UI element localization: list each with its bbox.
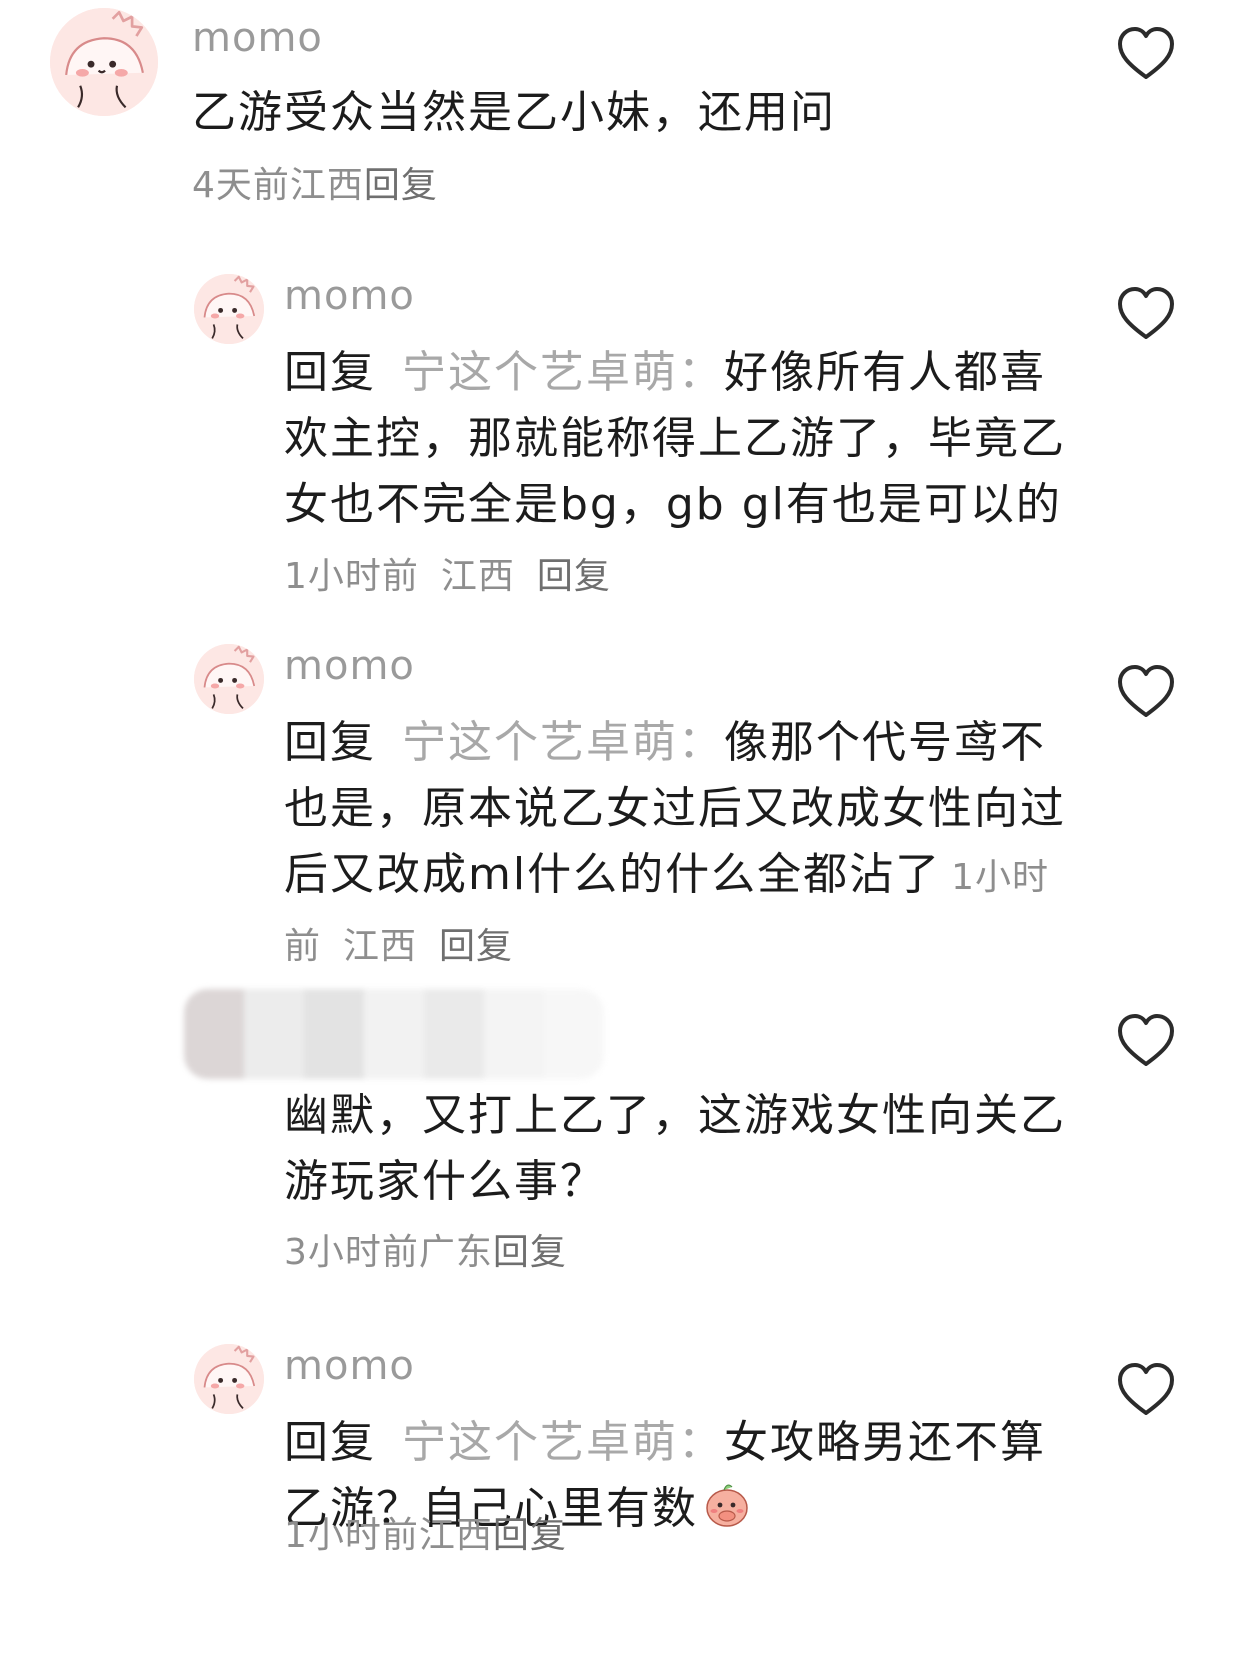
avatar[interactable] [194,1344,264,1414]
cartoon-avatar-icon [194,1344,264,1414]
heart-outline-icon [1118,1014,1174,1066]
comment-location: 江西 [418,1515,493,1556]
comment-location: 江西 [343,926,418,967]
comment-location: 广东 [418,1232,493,1273]
comment-meta: 1小时前江西回复 [284,1512,567,1560]
reply-prefix: 回复 [284,1417,376,1468]
like-button[interactable] [1116,26,1176,82]
cartoon-avatar-icon [194,274,264,344]
like-button[interactable] [1116,1362,1176,1418]
cartoon-avatar-icon [194,644,264,714]
username[interactable]: momo [192,14,323,62]
comment-2: momo 回复 宁这个艺卓萌：好像所有人都喜欢主控，那就能称得上乙游了，毕竟乙女也… [0,270,1244,600]
covering-mouth-emoji-icon [702,1479,752,1529]
cartoon-avatar-icon [50,8,158,116]
username[interactable]: momo [284,1342,415,1390]
comment-location: 江西 [440,556,515,597]
avatar[interactable] [194,274,264,344]
like-button[interactable] [1116,664,1176,720]
reply-button[interactable]: 回复 [537,556,611,597]
comment-meta: 3小时前广东回复 [284,1229,567,1277]
comment-text: 幽默，又打上乙了，这游戏女性向关乙游玩家什么事？ [284,1090,1066,1207]
reply-button[interactable]: 回复 [364,165,438,206]
comment-time: 1小时前 [284,1515,419,1556]
reply-prefix: 回复 [284,717,376,768]
reply-target-user[interactable]: 宁这个艺卓萌： [402,1417,724,1468]
heart-outline-icon [1118,287,1174,339]
avatar[interactable] [194,644,264,714]
comment-text: 乙游受众当然是乙小妹，还用问 [192,87,836,138]
comment-5: momo 回复 宁这个艺卓萌：女攻略男还不算乙游？自己心里有数 1小时前江西回复 [0,1340,1244,1640]
heart-outline-icon [1118,665,1174,717]
avatar[interactable] [50,8,158,116]
comment-time: 3小时前 [284,1232,419,1273]
reply-button[interactable]: 回复 [493,1232,567,1273]
username[interactable]: momo [284,272,415,320]
comment-3: momo 回复 宁这个艺卓萌：像那个代号鸢不也是，原本说乙女过后又改成女性向过后又… [0,640,1244,970]
comment-location: 江西 [289,165,364,206]
comment-1: momo 乙游受众当然是乙小妹，还用问 4天前江西回复 [0,0,1244,240]
reply-target-user[interactable]: 宁这个艺卓萌： [402,347,724,398]
like-button[interactable] [1116,286,1176,342]
comment-time: 1小时前 [284,556,419,597]
reply-target-user[interactable]: 宁这个艺卓萌： [402,717,724,768]
heart-outline-icon [1118,27,1174,79]
heart-outline-icon [1118,1363,1174,1415]
username[interactable]: momo [284,642,415,690]
redacted-username [184,989,604,1079]
comment-4: 幽默，又打上乙了，这游戏女性向关乙游玩家什么事？ 3小时前广东回复 [0,985,1244,1285]
like-button[interactable] [1116,1013,1176,1069]
comment-meta: 4天前江西回复 [192,162,438,210]
reply-prefix: 回复 [284,347,376,398]
reply-button[interactable]: 回复 [439,926,513,967]
reply-button[interactable]: 回复 [493,1515,567,1556]
comment-text: 回复 宁这个艺卓萌：像那个代号鸢不也是，原本说乙女过后又改成女性向过后又改成ml什… [284,710,1074,980]
comment-text: 回复 宁这个艺卓萌：好像所有人都喜欢主控，那就能称得上乙游了，毕竟乙女也不完全是b… [284,340,1074,610]
comment-time: 4天前 [192,165,290,206]
